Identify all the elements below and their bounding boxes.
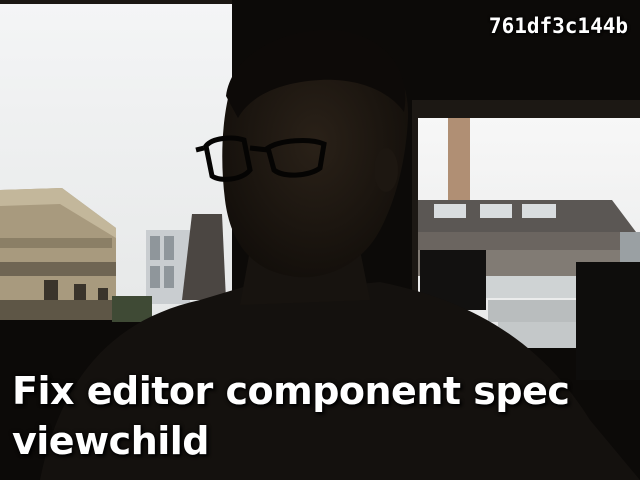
left-window-view bbox=[0, 0, 232, 322]
video-frame: 761df3c144b Fix editor component spec vi… bbox=[0, 0, 640, 480]
monitor-silhouette bbox=[576, 262, 640, 380]
video-id-label: 761df3c144b bbox=[488, 14, 628, 38]
caption-line-1: Fix editor component spec bbox=[12, 369, 570, 413]
caption-text: Fix editor component spec viewchild bbox=[12, 366, 612, 466]
caption-line-2: viewchild bbox=[12, 419, 210, 463]
